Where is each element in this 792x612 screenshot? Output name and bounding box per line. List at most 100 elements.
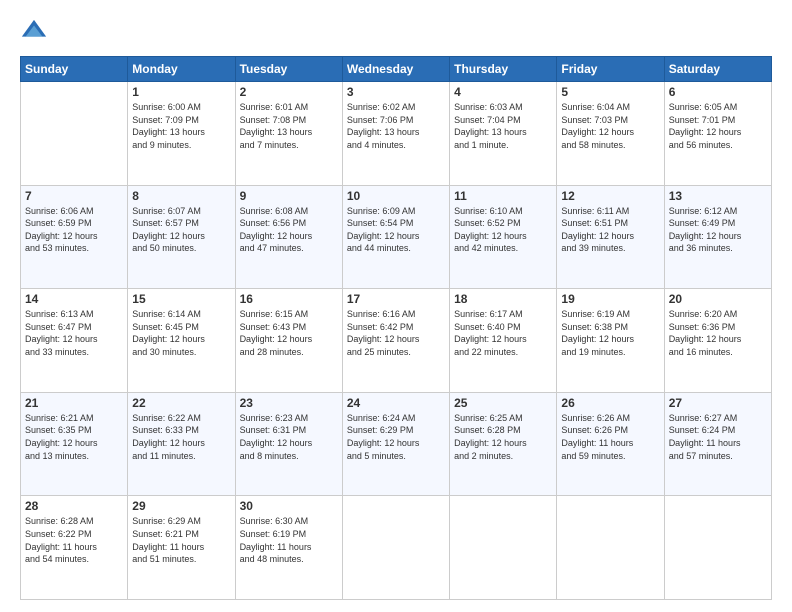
day-number: 30 [240, 499, 338, 513]
calendar-cell: 22Sunrise: 6:22 AM Sunset: 6:33 PM Dayli… [128, 392, 235, 496]
calendar-cell: 19 Sunrise: 6:19 AM Sunset: 6:38 PM Dayli… [557, 289, 664, 393]
day-info: Sunrise: 6:28 AM Sunset: 6:22 PM Dayligh… [25, 515, 123, 565]
day-number: 17 [347, 292, 445, 306]
day-number: 12 [561, 189, 659, 203]
day-info: Sunrise: 6:25 AM Sunset: 6:28 PM Dayligh… [454, 412, 552, 462]
weekday-header-tuesday: Tuesday [235, 57, 342, 82]
day-info: Sunrise: 6:20 AM Sunset: 6:36 PM Dayligh… [669, 308, 767, 358]
calendar-cell: 15 Sunrise: 6:14 AM Sunset: 6:45 PM Dayli… [128, 289, 235, 393]
calendar-cell [664, 496, 771, 600]
weekday-header-row: SundayMondayTuesdayWednesdayThursdayFrid… [21, 57, 772, 82]
day-info: Sunrise: 6:02 AM Sunset: 7:06 PM Dayligh… [347, 101, 445, 151]
weekday-header-sunday: Sunday [21, 57, 128, 82]
day-number: 1 [132, 85, 230, 99]
calendar-cell [450, 496, 557, 600]
day-number: 19 [561, 292, 659, 306]
day-number: 18 [454, 292, 552, 306]
calendar-cell: 23 Sunrise: 6:23 AM Sunset: 6:31 PM Dayli… [235, 392, 342, 496]
logo-icon [20, 18, 48, 46]
calendar-cell: 7 Sunrise: 6:06 AM Sunset: 6:59 PM Daylig… [21, 185, 128, 289]
calendar-cell: 17 Sunrise: 6:16 AM Sunset: 6:42 PM Dayli… [342, 289, 449, 393]
day-info: Sunrise: 6:06 AM Sunset: 6:59 PM Dayligh… [25, 205, 123, 255]
day-number: 6 [669, 85, 767, 99]
day-number: 2 [240, 85, 338, 99]
header [20, 18, 772, 46]
calendar-cell: 21 Sunrise: 6:21 AM Sunset: 6:35 PM Dayli… [21, 392, 128, 496]
calendar-cell: 1 Sunrise: 6:00 AM Sunset: 7:09 PM Daylig… [128, 82, 235, 186]
day-info: Sunrise: 6:04 AM Sunset: 7:03 PM Dayligh… [561, 101, 659, 151]
day-number: 28 [25, 499, 123, 513]
calendar-cell: 16 Sunrise: 6:15 AM Sunset: 6:43 PM Dayli… [235, 289, 342, 393]
day-info: Sunrise: 6:10 AM Sunset: 6:52 PM Dayligh… [454, 205, 552, 255]
day-number: 8 [132, 189, 230, 203]
calendar-cell [342, 496, 449, 600]
calendar-cell: 28 Sunrise: 6:28 AM Sunset: 6:22 PM Dayli… [21, 496, 128, 600]
day-info: Sunrise: 6:14 AM Sunset: 6:45 PM Dayligh… [132, 308, 230, 358]
calendar-cell: 9 Sunrise: 6:08 AM Sunset: 6:56 PM Daylig… [235, 185, 342, 289]
calendar-cell: 20Sunrise: 6:20 AM Sunset: 6:36 PM Dayli… [664, 289, 771, 393]
day-info: Sunrise: 6:26 AM Sunset: 6:26 PM Dayligh… [561, 412, 659, 462]
day-info: Sunrise: 6:29 AM Sunset: 6:21 PM Dayligh… [132, 515, 230, 565]
day-number: 14 [25, 292, 123, 306]
calendar-week-2: 7 Sunrise: 6:06 AM Sunset: 6:59 PM Daylig… [21, 185, 772, 289]
day-info: Sunrise: 6:24 AM Sunset: 6:29 PM Dayligh… [347, 412, 445, 462]
weekday-header-friday: Friday [557, 57, 664, 82]
weekday-header-thursday: Thursday [450, 57, 557, 82]
day-number: 9 [240, 189, 338, 203]
day-number: 25 [454, 396, 552, 410]
day-info: Sunrise: 6:13 AM Sunset: 6:47 PM Dayligh… [25, 308, 123, 358]
day-number: 7 [25, 189, 123, 203]
day-info: Sunrise: 6:01 AM Sunset: 7:08 PM Dayligh… [240, 101, 338, 151]
day-number: 5 [561, 85, 659, 99]
calendar-week-1: 1 Sunrise: 6:00 AM Sunset: 7:09 PM Daylig… [21, 82, 772, 186]
day-info: Sunrise: 6:15 AM Sunset: 6:43 PM Dayligh… [240, 308, 338, 358]
day-number: 4 [454, 85, 552, 99]
calendar-cell: 12Sunrise: 6:11 AM Sunset: 6:51 PM Dayli… [557, 185, 664, 289]
calendar-week-3: 14 Sunrise: 6:13 AM Sunset: 6:47 PM Dayli… [21, 289, 772, 393]
calendar-cell: 2 Sunrise: 6:01 AM Sunset: 7:08 PM Daylig… [235, 82, 342, 186]
day-info: Sunrise: 6:16 AM Sunset: 6:42 PM Dayligh… [347, 308, 445, 358]
day-number: 24 [347, 396, 445, 410]
day-number: 16 [240, 292, 338, 306]
calendar-cell: 6 Sunrise: 6:05 AM Sunset: 7:01 PM Daylig… [664, 82, 771, 186]
page: SundayMondayTuesdayWednesdayThursdayFrid… [0, 0, 792, 612]
day-number: 21 [25, 396, 123, 410]
day-info: Sunrise: 6:08 AM Sunset: 6:56 PM Dayligh… [240, 205, 338, 255]
day-number: 27 [669, 396, 767, 410]
day-info: Sunrise: 6:00 AM Sunset: 7:09 PM Dayligh… [132, 101, 230, 151]
calendar-cell: 14 Sunrise: 6:13 AM Sunset: 6:47 PM Dayli… [21, 289, 128, 393]
day-number: 29 [132, 499, 230, 513]
day-info: Sunrise: 6:19 AM Sunset: 6:38 PM Dayligh… [561, 308, 659, 358]
weekday-header-monday: Monday [128, 57, 235, 82]
day-number: 22 [132, 396, 230, 410]
calendar-cell: 4 Sunrise: 6:03 AM Sunset: 7:04 PM Daylig… [450, 82, 557, 186]
calendar-cell: 29 Sunrise: 6:29 AM Sunset: 6:21 PM Dayli… [128, 496, 235, 600]
logo [20, 18, 52, 46]
calendar-cell: 8Sunrise: 6:07 AM Sunset: 6:57 PM Daylig… [128, 185, 235, 289]
day-info: Sunrise: 6:27 AM Sunset: 6:24 PM Dayligh… [669, 412, 767, 462]
day-info: Sunrise: 6:03 AM Sunset: 7:04 PM Dayligh… [454, 101, 552, 151]
calendar-cell: 18Sunrise: 6:17 AM Sunset: 6:40 PM Dayli… [450, 289, 557, 393]
day-number: 23 [240, 396, 338, 410]
day-info: Sunrise: 6:21 AM Sunset: 6:35 PM Dayligh… [25, 412, 123, 462]
day-info: Sunrise: 6:23 AM Sunset: 6:31 PM Dayligh… [240, 412, 338, 462]
day-number: 11 [454, 189, 552, 203]
calendar-cell [557, 496, 664, 600]
calendar-cell [21, 82, 128, 186]
day-number: 13 [669, 189, 767, 203]
calendar-cell: 24 Sunrise: 6:24 AM Sunset: 6:29 PM Dayli… [342, 392, 449, 496]
calendar-week-4: 21 Sunrise: 6:21 AM Sunset: 6:35 PM Dayli… [21, 392, 772, 496]
day-number: 26 [561, 396, 659, 410]
day-number: 10 [347, 189, 445, 203]
day-info: Sunrise: 6:05 AM Sunset: 7:01 PM Dayligh… [669, 101, 767, 151]
day-info: Sunrise: 6:30 AM Sunset: 6:19 PM Dayligh… [240, 515, 338, 565]
calendar-cell: 13 Sunrise: 6:12 AM Sunset: 6:49 PM Dayli… [664, 185, 771, 289]
weekday-header-saturday: Saturday [664, 57, 771, 82]
weekday-header-wednesday: Wednesday [342, 57, 449, 82]
day-number: 15 [132, 292, 230, 306]
calendar-cell: 5 Sunrise: 6:04 AM Sunset: 7:03 PM Daylig… [557, 82, 664, 186]
calendar-cell: 10 Sunrise: 6:09 AM Sunset: 6:54 PM Dayli… [342, 185, 449, 289]
day-info: Sunrise: 6:09 AM Sunset: 6:54 PM Dayligh… [347, 205, 445, 255]
calendar-cell: 11 Sunrise: 6:10 AM Sunset: 6:52 PM Dayli… [450, 185, 557, 289]
day-info: Sunrise: 6:12 AM Sunset: 6:49 PM Dayligh… [669, 205, 767, 255]
